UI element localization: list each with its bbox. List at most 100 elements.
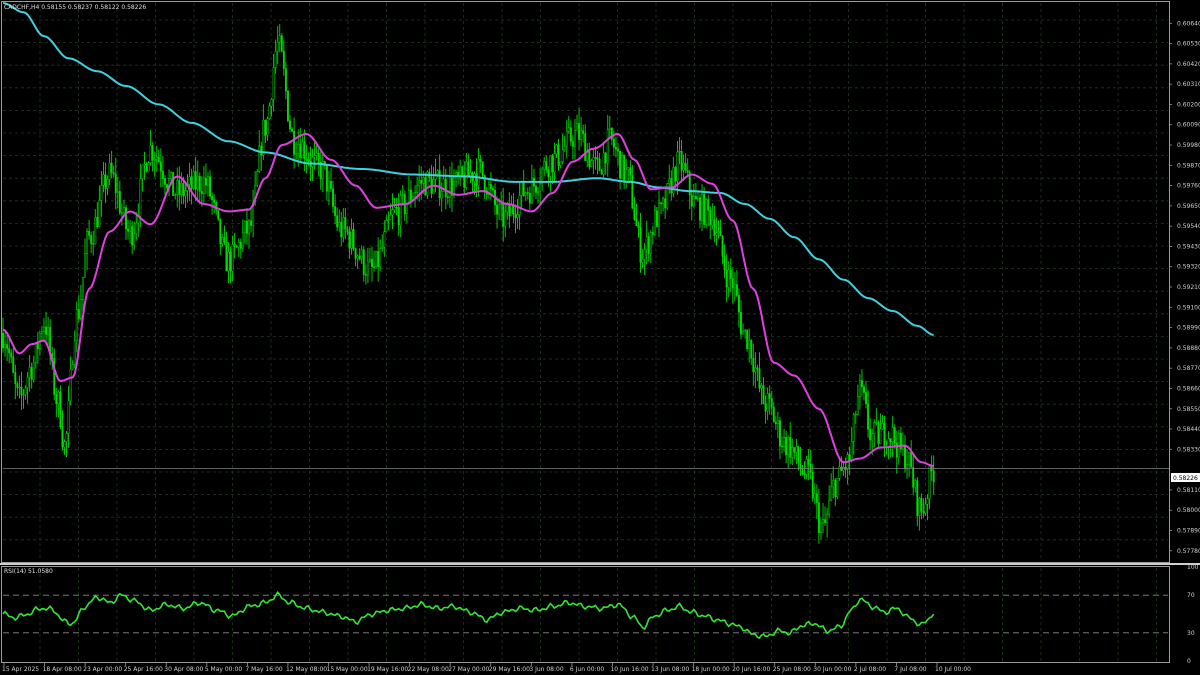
candle-body xyxy=(293,131,296,155)
candle-body xyxy=(127,228,129,232)
candle-body xyxy=(918,498,921,517)
candle-body xyxy=(217,210,220,220)
candle-body xyxy=(711,219,714,226)
time-axis-label: 3 Jun 08:00 xyxy=(529,666,563,673)
candle-body xyxy=(225,241,228,272)
candle-body xyxy=(16,383,19,388)
price-axis-label: 0.60420 xyxy=(1177,61,1200,68)
candle-body xyxy=(584,133,587,161)
candle-body xyxy=(47,327,50,335)
candle-body xyxy=(461,166,464,176)
candle-body xyxy=(307,159,310,162)
candle-body xyxy=(377,251,380,268)
candle-body xyxy=(854,413,857,416)
time-axis-label: 30 Apr 08:00 xyxy=(164,666,203,673)
candle-body xyxy=(262,119,265,156)
candle-body xyxy=(90,235,93,244)
candle-body xyxy=(250,220,253,226)
time-axis-label: 22 May 08:00 xyxy=(408,666,449,673)
candle-body xyxy=(284,68,287,92)
candle-body xyxy=(61,426,64,448)
candle-body xyxy=(912,467,915,488)
price-axis-label: 0.58000 xyxy=(1177,507,1200,514)
candle-body xyxy=(63,441,66,448)
candle-body xyxy=(785,437,788,456)
candle-body xyxy=(791,447,794,458)
candle-body xyxy=(742,330,744,335)
candle-body xyxy=(86,231,88,255)
candle-body xyxy=(789,436,792,458)
candle-body xyxy=(393,207,396,210)
candle-body xyxy=(151,145,154,161)
candle-body xyxy=(596,157,599,160)
candle-body xyxy=(469,172,472,177)
candle-body xyxy=(793,447,796,453)
time-axis-label: 18 Jun 00:00 xyxy=(692,666,730,673)
candle-body xyxy=(125,207,127,230)
candle-body xyxy=(744,329,747,332)
candle-body xyxy=(707,199,710,211)
candle-body xyxy=(73,340,76,365)
candle-body xyxy=(832,479,835,488)
candle-body xyxy=(537,191,539,193)
candle-body xyxy=(783,437,785,447)
candle-body xyxy=(260,145,263,156)
candle-body xyxy=(619,150,621,179)
candle-body xyxy=(233,244,236,247)
candle-body xyxy=(674,167,677,182)
candle-body xyxy=(920,498,923,512)
candle-body xyxy=(120,212,123,214)
candle-body xyxy=(276,41,279,52)
candle-body xyxy=(149,145,152,163)
candle-body xyxy=(904,444,906,470)
candle-body xyxy=(356,255,359,259)
candle-body xyxy=(102,174,105,186)
candle-body xyxy=(325,165,328,192)
candle-body xyxy=(184,190,187,197)
price-axis-label: 0.60310 xyxy=(1177,81,1200,88)
candle-body xyxy=(705,199,708,225)
candle-body xyxy=(170,172,173,179)
candle-body xyxy=(348,231,351,249)
candle-body xyxy=(295,153,298,155)
candle-body xyxy=(694,196,697,200)
candle-body xyxy=(916,480,919,517)
candle-body xyxy=(735,284,738,296)
candle-body xyxy=(699,197,701,221)
candle-body xyxy=(28,366,31,378)
candle-body xyxy=(867,403,870,430)
candle-body xyxy=(658,202,660,227)
candle-body xyxy=(82,276,84,300)
candle-body xyxy=(580,130,583,140)
price-axis-label: 0.59100 xyxy=(1177,304,1200,311)
candle-body xyxy=(133,233,136,246)
candle-body xyxy=(198,176,201,192)
candle-body xyxy=(215,201,218,211)
candle-body xyxy=(565,131,568,147)
candle-body xyxy=(731,278,734,289)
candle-body xyxy=(594,157,597,159)
candle-body xyxy=(10,352,13,358)
candle-body xyxy=(621,154,624,179)
candle-body xyxy=(795,446,798,453)
candle-body xyxy=(123,207,125,214)
candle-body xyxy=(332,188,335,207)
candle-body xyxy=(211,195,214,201)
candle-body xyxy=(651,232,654,235)
chart-background xyxy=(0,0,1200,675)
candle-body xyxy=(703,193,706,225)
candle-body xyxy=(336,215,339,228)
candle-body xyxy=(342,217,345,238)
candle-body xyxy=(313,155,316,158)
price-axis-label: 0.58110 xyxy=(1177,487,1200,494)
candle-body xyxy=(178,180,181,195)
candle-body xyxy=(820,522,822,534)
candle-body xyxy=(690,194,693,207)
candle-body xyxy=(45,326,47,335)
candle-body xyxy=(557,144,560,166)
candle-body xyxy=(65,433,68,442)
candle-body xyxy=(448,177,451,198)
candle-body xyxy=(746,329,749,349)
candle-body xyxy=(270,99,273,107)
candle-body xyxy=(697,197,699,200)
